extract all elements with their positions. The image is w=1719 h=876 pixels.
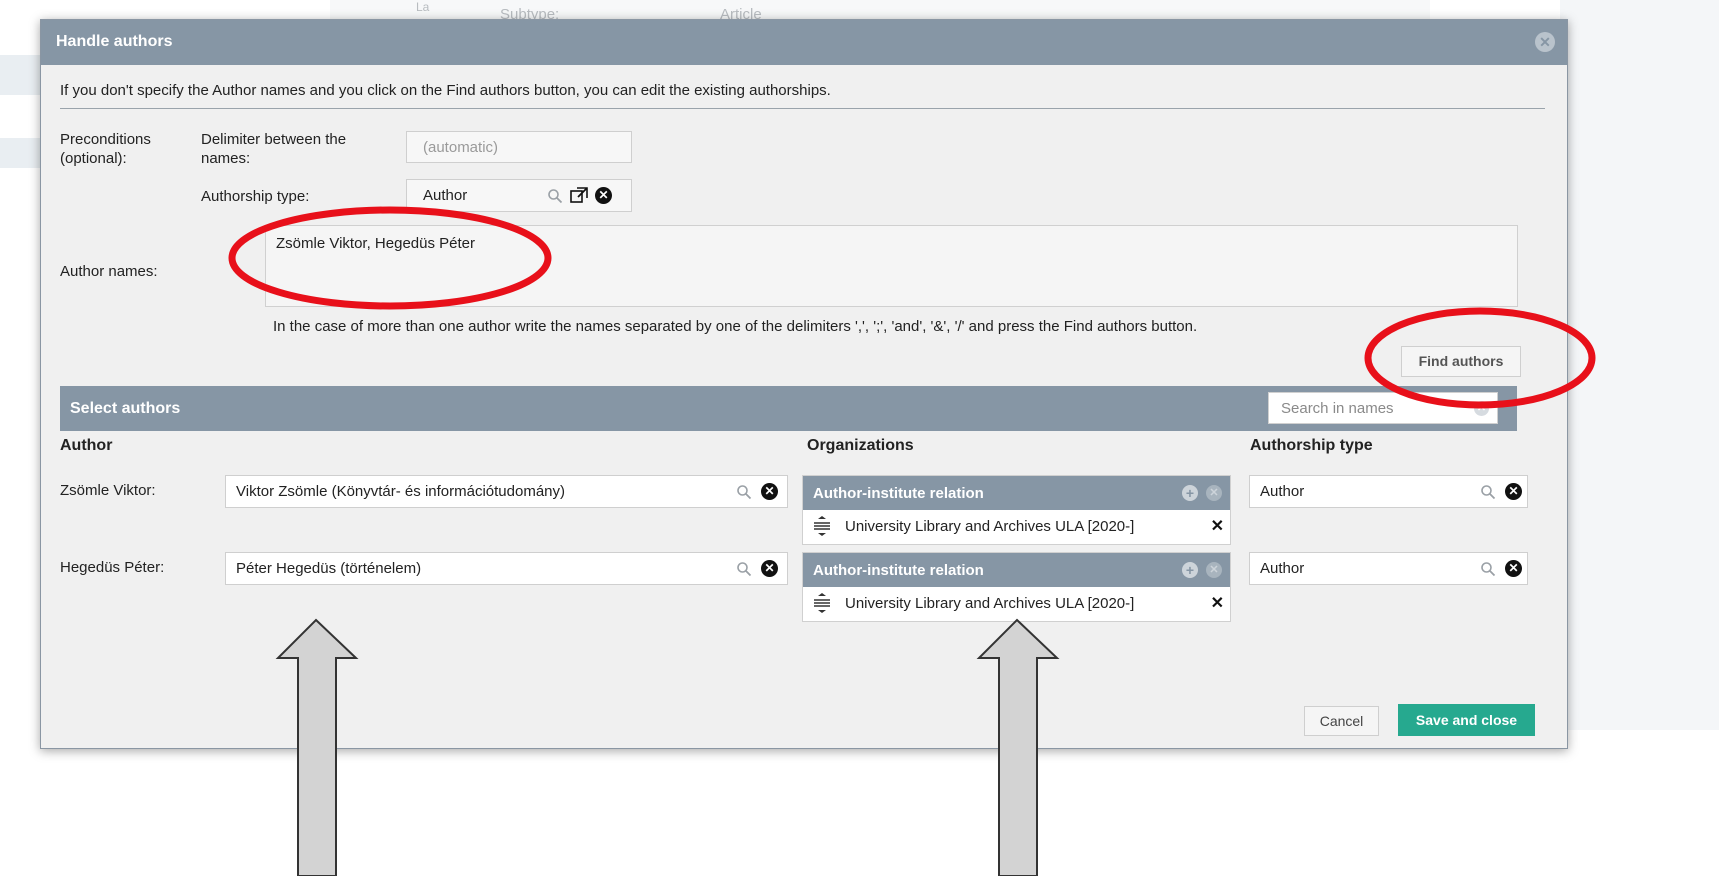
- dialog-title: Handle authors: [56, 33, 173, 50]
- author-match-field[interactable]: Viktor Zsömle (Könyvtár- és információtu…: [225, 475, 788, 508]
- authorship-type-row-field[interactable]: Author ✕: [1249, 552, 1528, 585]
- find-authors-button[interactable]: Find authors: [1401, 346, 1521, 377]
- column-organizations: Organizations: [807, 437, 914, 454]
- relation-title: Author-institute relation: [813, 485, 984, 502]
- clear-icon[interactable]: ✕: [595, 187, 612, 204]
- author-match-field[interactable]: Péter Hegedüs (történelem) ✕: [225, 552, 788, 585]
- dialog-titlebar: Handle authors ✕: [41, 20, 1567, 65]
- search-icon[interactable]: [547, 188, 563, 204]
- add-relation-icon[interactable]: +: [1182, 562, 1198, 578]
- delimiter-label: Delimiter between the names:: [201, 131, 347, 167]
- delete-organization-icon[interactable]: ✕: [1211, 516, 1224, 536]
- clear-icon[interactable]: ✕: [761, 560, 778, 577]
- select-authors-title: Select authors: [70, 400, 181, 417]
- authorship-type-value: Author: [423, 187, 468, 204]
- author-match-value: Péter Hegedüs (történelem): [236, 560, 422, 577]
- delimiter-hint: In the case of more than one author writ…: [273, 318, 1198, 335]
- clear-search-icon[interactable]: ✕: [1474, 401, 1489, 416]
- search-icon[interactable]: [736, 484, 752, 500]
- divider: [60, 108, 1545, 109]
- delete-organization-icon[interactable]: ✕: [1211, 593, 1224, 613]
- add-relation-icon[interactable]: +: [1182, 485, 1198, 501]
- clear-icon[interactable]: ✕: [761, 483, 778, 500]
- author-match-value: Viktor Zsömle (Könyvtár- és információtu…: [236, 483, 566, 500]
- background-lang-fragment: La: [416, 0, 430, 14]
- author-institute-relation-box: Author-institute relation + ✕ University…: [802, 552, 1231, 622]
- author-row-name: Hegedüs Péter:: [60, 559, 165, 576]
- author-names-value: Zsömle Viktor, Hegedüs Péter: [276, 235, 475, 252]
- relation-title: Author-institute relation: [813, 562, 984, 579]
- search-icon[interactable]: [1480, 484, 1496, 500]
- drag-handle-icon[interactable]: [813, 516, 831, 536]
- authorship-type-row-value: Author: [1260, 560, 1305, 577]
- handle-authors-dialog: Handle authors ✕ If you don't specify th…: [40, 19, 1568, 749]
- delimiter-field[interactable]: (automatic): [406, 131, 632, 163]
- clear-icon[interactable]: ✕: [1505, 483, 1522, 500]
- authorship-type-row-value: Author: [1260, 483, 1305, 500]
- column-authorship-type: Authorship type: [1250, 437, 1373, 454]
- author-names-label: Author names:: [60, 263, 158, 280]
- column-author: Author: [60, 437, 113, 454]
- remove-relation-icon[interactable]: ✕: [1206, 562, 1222, 578]
- author-names-textarea[interactable]: Zsömle Viktor, Hegedüs Péter: [265, 225, 1518, 307]
- save-and-close-button[interactable]: Save and close: [1398, 704, 1535, 736]
- organization-item: University Library and Archives ULA [202…: [845, 518, 1135, 535]
- search-icon[interactable]: [736, 561, 752, 577]
- remove-relation-icon[interactable]: ✕: [1206, 485, 1222, 501]
- relation-header: Author-institute relation + ✕: [803, 476, 1230, 510]
- open-external-icon[interactable]: [569, 186, 589, 206]
- cancel-button[interactable]: Cancel: [1304, 706, 1379, 736]
- search-icon[interactable]: [1480, 561, 1496, 577]
- author-institute-relation-box: Author-institute relation + ✕ University…: [802, 475, 1231, 545]
- info-text: If you don't specify the Author names an…: [60, 82, 831, 99]
- clear-icon[interactable]: ✕: [1505, 560, 1522, 577]
- search-names-input[interactable]: [1269, 393, 1469, 423]
- authorship-type-field[interactable]: Author ✕: [406, 179, 632, 212]
- close-circle-icon[interactable]: ✕: [1535, 32, 1555, 52]
- authorship-type-label: Authorship type:: [201, 188, 310, 205]
- relation-header: Author-institute relation + ✕: [803, 553, 1230, 587]
- drag-handle-icon[interactable]: [813, 593, 831, 613]
- search-names-box[interactable]: ✕: [1268, 392, 1498, 424]
- background-right-column: [1560, 0, 1719, 730]
- authorship-type-row-field[interactable]: Author ✕: [1249, 475, 1528, 508]
- delimiter-placeholder: (automatic): [423, 139, 499, 156]
- author-row-name: Zsömle Viktor:: [60, 482, 156, 499]
- select-authors-header: Select authors ✕: [60, 386, 1517, 431]
- preconditions-label: Preconditions (optional):: [60, 131, 151, 167]
- organization-item: University Library and Archives ULA [202…: [845, 595, 1135, 612]
